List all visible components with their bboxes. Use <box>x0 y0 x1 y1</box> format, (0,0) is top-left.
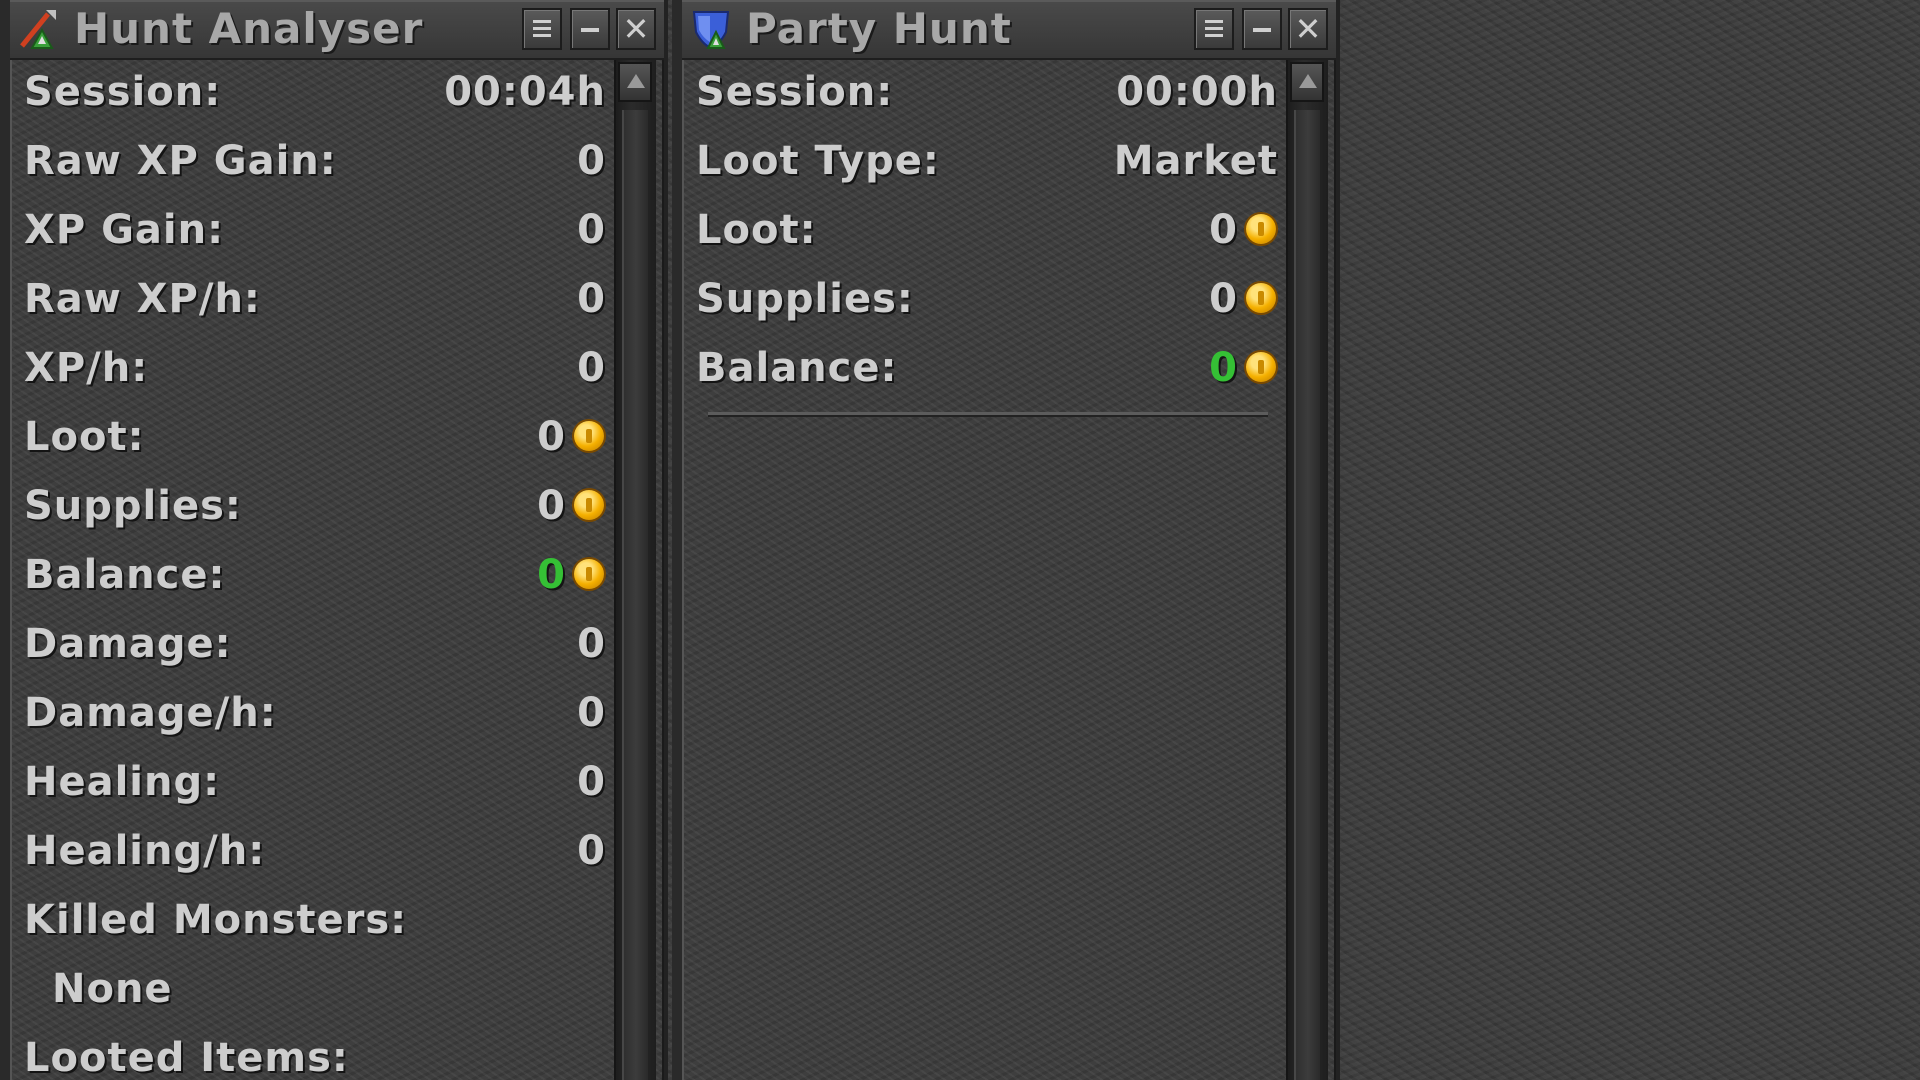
hunt-analyser-close-button[interactable]: ✕ <box>616 8 656 50</box>
hunt-analyser-content: Session: 00:04h Raw XP Gain: 0 XP Gain: … <box>10 60 614 1080</box>
party-hunt-shield-icon <box>692 11 730 50</box>
gold-coin-icon <box>574 421 604 451</box>
party-hunt-title: Party Hunt <box>746 4 1012 53</box>
party-hunt-divider <box>708 412 1268 415</box>
stat-label: Loot Type: <box>696 138 940 184</box>
stat-row-damage: Damage: 0 <box>10 612 614 681</box>
party-hunt-titlebar[interactable]: Party Hunt ✕ <box>682 0 1336 60</box>
stat-value: 0 <box>577 828 606 874</box>
stat-label: Healing: <box>24 759 221 805</box>
gold-coin-icon <box>574 490 604 520</box>
stat-value: 00:00h <box>1116 69 1278 115</box>
party-hunt-menu-button[interactable] <box>1194 8 1234 50</box>
stat-label: Balance: <box>696 345 898 391</box>
stat-row-xp-gain: XP Gain: 0 <box>10 198 614 267</box>
stat-label: XP/h: <box>24 345 149 391</box>
stat-label: Supplies: <box>696 276 914 322</box>
stat-value: 0 <box>577 207 606 253</box>
list-item: None <box>52 966 173 1012</box>
stat-value: 0 <box>577 690 606 736</box>
gold-coin-icon <box>574 559 604 589</box>
menu-icon <box>533 20 551 41</box>
party-hunt-content: Session: 00:00h Loot Type: Market Loot: … <box>682 60 1286 1080</box>
stat-value: 00:04h <box>444 69 606 115</box>
scrollbar-thumb[interactable] <box>622 110 648 1080</box>
stat-label: Loot: <box>696 207 817 253</box>
party-hunt-window: Party Hunt ✕ Session: 00:00h Loot Type: … <box>672 0 1340 1080</box>
gold-coin-icon <box>1246 352 1276 382</box>
section-label: Killed Monsters: <box>24 897 408 943</box>
menu-icon <box>1205 20 1223 41</box>
section-label: Looted Items: <box>24 1035 349 1080</box>
party-row-session: Session: 00:00h <box>682 60 1286 129</box>
stat-label: Raw XP/h: <box>24 276 261 322</box>
stat-row-healing-per-hour: Healing/h: 0 <box>10 819 614 888</box>
stat-row-healing: Healing: 0 <box>10 750 614 819</box>
close-icon: ✕ <box>1294 10 1322 48</box>
stat-value: 0 <box>577 621 606 667</box>
party-row-loot-type: Loot Type: Market <box>682 129 1286 198</box>
loot-type-value[interactable]: Market <box>1114 129 1278 193</box>
party-hunt-minimize-button[interactable] <box>1242 8 1282 50</box>
stat-value: 0 <box>577 138 606 184</box>
stat-label: XP Gain: <box>24 207 225 253</box>
party-row-balance: Balance: 0 <box>682 336 1286 405</box>
killed-monsters-heading: Killed Monsters: <box>10 888 614 957</box>
stat-label: Damage/h: <box>24 690 277 736</box>
minimize-icon <box>581 28 599 32</box>
stat-value: 0 <box>577 345 606 391</box>
stat-value: 0 <box>537 552 566 598</box>
stat-value: 0 <box>537 483 566 529</box>
hunt-analyser-title: Hunt Analyser <box>74 4 424 53</box>
scrollbar-thumb[interactable] <box>1294 110 1320 1080</box>
stat-value: 0 <box>577 759 606 805</box>
stat-label: Raw XP Gain: <box>24 138 337 184</box>
stat-value: 0 <box>1209 276 1238 322</box>
hunt-analyser-scrollbar[interactable] <box>614 60 656 1080</box>
hunt-analyser-minimize-button[interactable] <box>570 8 610 50</box>
party-hunt-scrollbar[interactable] <box>1286 60 1328 1080</box>
close-icon: ✕ <box>622 10 650 48</box>
stat-row-loot: Loot: 0 <box>10 405 614 474</box>
stat-value: 0 <box>1209 345 1238 391</box>
stat-label: Balance: <box>24 552 226 598</box>
hunt-analyser-icon <box>20 10 56 49</box>
stat-row-damage-per-hour: Damage/h: 0 <box>10 681 614 750</box>
gold-coin-icon <box>1246 214 1276 244</box>
stat-row-raw-xp-per-hour: Raw XP/h: 0 <box>10 267 614 336</box>
party-row-loot: Loot: 0 <box>682 198 1286 267</box>
stat-label: Healing/h: <box>24 828 266 874</box>
party-row-supplies: Supplies: 0 <box>682 267 1286 336</box>
gold-coin-icon <box>1246 283 1276 313</box>
scroll-up-arrow-icon[interactable] <box>618 62 652 102</box>
stat-value: 0 <box>1209 207 1238 253</box>
stat-label: Session: <box>696 69 894 115</box>
hunt-analyser-window: Hunt Analyser ✕ Session: 00:04h Raw XP G… <box>0 0 668 1080</box>
stat-value: 0 <box>577 276 606 322</box>
stat-row-supplies: Supplies: 0 <box>10 474 614 543</box>
looted-items-heading: Looted Items: <box>10 1026 614 1080</box>
stat-value: 0 <box>537 414 566 460</box>
stat-row-session: Session: 00:04h <box>10 60 614 129</box>
scroll-up-arrow-icon[interactable] <box>1290 62 1324 102</box>
hunt-analyser-titlebar[interactable]: Hunt Analyser ✕ <box>10 0 664 60</box>
stat-row-raw-xp-gain: Raw XP Gain: 0 <box>10 129 614 198</box>
stat-row-balance: Balance: 0 <box>10 543 614 612</box>
party-hunt-close-button[interactable]: ✕ <box>1288 8 1328 50</box>
hunt-analyser-menu-button[interactable] <box>522 8 562 50</box>
minimize-icon <box>1253 28 1271 32</box>
killed-monsters-list: None <box>10 957 614 1026</box>
stat-label: Session: <box>24 69 222 115</box>
stat-label: Loot: <box>24 414 145 460</box>
stat-row-xp-per-hour: XP/h: 0 <box>10 336 614 405</box>
stat-label: Supplies: <box>24 483 242 529</box>
stat-label: Damage: <box>24 621 232 667</box>
